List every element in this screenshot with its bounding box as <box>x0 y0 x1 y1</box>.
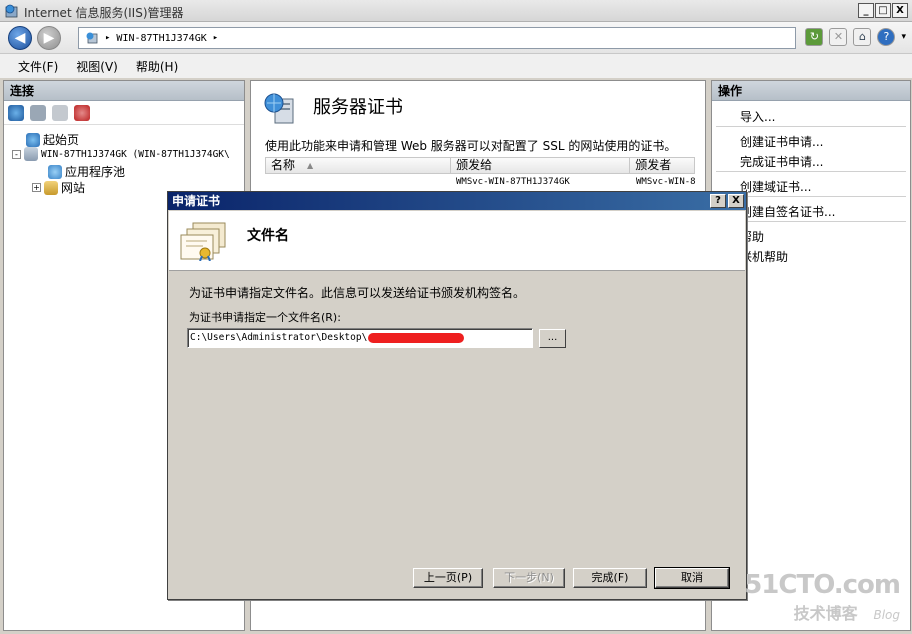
dialog-step-title: 文件名 <box>247 228 289 244</box>
cancel-button[interactable]: 取消 <box>654 567 730 589</box>
request-certificate-dialog: 申请证书 ? X 文件名 为证书申请指定文件名。此信息可以发送给证书颁发机构签名… <box>167 191 747 600</box>
address-bar: ◀ ▶ ▸ WIN-87TH1J374GK ▸ ↻ ✕ ⌂ ? ▾ <box>0 22 912 54</box>
dialog-banner: 文件名 <box>169 211 745 271</box>
sort-ascending-icon: ▲ <box>307 161 314 170</box>
menu-file[interactable]: 文件(F) <box>18 58 58 75</box>
close-window-button[interactable]: X <box>892 3 908 18</box>
breadcrumb-separator: ▸ <box>105 33 111 43</box>
back-button[interactable]: ◀ <box>8 26 32 50</box>
divider <box>716 126 906 127</box>
arrow-left-icon: ◀ <box>14 30 26 46</box>
column-header-issued-to[interactable]: 颁发给 <box>451 158 631 173</box>
save-icon[interactable] <box>30 104 46 121</box>
tree-item-label: 网站 <box>61 181 86 195</box>
action-create-certificate-request[interactable]: 创建证书申请... <box>740 133 823 150</box>
connections-header: 连接 <box>4 81 244 101</box>
dialog-title: 申请证书 <box>172 194 221 208</box>
tree-item-server[interactable]: - WIN-87TH1J374GK (WIN-87TH1J374GK\ <box>12 147 230 161</box>
browse-button[interactable]: ... <box>539 329 566 348</box>
collapse-icon[interactable]: - <box>12 149 21 159</box>
help-dropdown-icon[interactable]: ▾ <box>901 32 906 42</box>
minimize-button[interactable]: _ <box>858 3 874 18</box>
previous-button[interactable]: 上一页(P) <box>413 568 483 588</box>
breadcrumb-separator[interactable]: ▸ <box>213 33 218 43</box>
disconnect-icon[interactable] <box>74 104 90 121</box>
actions-header: 操作 <box>712 81 910 101</box>
address-field[interactable]: ▸ WIN-87TH1J374GK ▸ <box>78 27 796 49</box>
watermark-logo: 51CTO.com <box>744 570 901 600</box>
dialog-title-bar: 申请证书 ? X <box>168 192 746 210</box>
window-title-bar: Internet 信息服务(IIS)管理器 _ □ X <box>0 0 912 22</box>
column-header-issued-by[interactable]: 颁发者 <box>630 158 694 173</box>
table-header: 名称 ▲ 颁发给 颁发者 <box>265 157 695 174</box>
window-title: Internet 信息服务(IIS)管理器 <box>24 6 184 20</box>
filename-input[interactable]: C:\Users\Administrator\Desktop\ <box>187 328 533 348</box>
watermark-subtitle: 技术博客 <box>793 604 858 623</box>
next-button[interactable]: 下一步(N) <box>493 568 565 588</box>
server-certificate-icon <box>264 93 294 124</box>
watermark: 51CTO.com 技术博客 Blog <box>744 570 901 624</box>
stop-icon[interactable]: ✕ <box>829 28 848 46</box>
dialog-help-button[interactable]: ? <box>710 194 726 208</box>
app-pool-icon <box>48 164 62 179</box>
table-row[interactable]: WMSvc-WIN-87TH1J374GK WMSvc-WIN-8 <box>265 174 695 190</box>
page-description: 使用此功能来申请和管理 Web 服务器可以对配置了 SSL 的网站使用的证书。 <box>265 139 677 153</box>
filename-value: C:\Users\Administrator\Desktop\ <box>190 332 368 343</box>
server-icon <box>86 32 98 44</box>
menu-bar: 文件(F) 视图(V) 帮助(H) <box>0 54 912 78</box>
action-create-domain-certificate[interactable]: 创建域证书... <box>740 178 811 195</box>
server-icon <box>24 147 38 161</box>
tree-item-sites[interactable]: + 网站 <box>32 179 85 196</box>
divider <box>716 171 906 172</box>
certificates-table: 名称 ▲ 颁发给 颁发者 WMSvc-WIN-87TH1J374GK WMSvc… <box>265 157 695 190</box>
up-level-icon[interactable] <box>52 104 68 121</box>
watermark-blog: Blog <box>873 608 900 622</box>
home-icon[interactable]: ⌂ <box>853 28 872 46</box>
connect-icon[interactable] <box>8 104 24 121</box>
dialog-instructions: 为证书申请指定文件名。此信息可以发送给证书颁发机构签名。 <box>189 286 526 300</box>
action-complete-certificate-request[interactable]: 完成证书申请... <box>740 153 823 170</box>
connections-toolbar <box>4 101 244 125</box>
certificate-icon <box>180 222 226 261</box>
action-online-help[interactable]: 联机帮助 <box>740 248 788 265</box>
refresh-icon[interactable]: ↻ <box>805 28 824 46</box>
action-import[interactable]: 导入... <box>740 108 775 125</box>
tree-item-label: WIN-87TH1J374GK (WIN-87TH1J374GK\ <box>41 148 230 160</box>
tree-item-label: 起始页 <box>43 133 80 147</box>
menu-view[interactable]: 视图(V) <box>76 58 118 75</box>
menu-help[interactable]: 帮助(H) <box>136 58 178 75</box>
help-icon[interactable]: ? <box>877 28 896 46</box>
tree-item-app-pools[interactable]: 应用程序池 <box>48 163 125 180</box>
column-header-name[interactable]: 名称 ▲ <box>266 158 452 173</box>
maximize-button[interactable]: □ <box>875 3 891 18</box>
breadcrumb-server[interactable]: WIN-87TH1J374GK <box>116 33 206 44</box>
finish-button[interactable]: 完成(F) <box>573 568 647 588</box>
folder-icon <box>44 180 58 195</box>
column-label: 名称 <box>271 158 296 172</box>
expand-icon[interactable]: + <box>32 183 41 192</box>
cell-issued-to: WMSvc-WIN-87TH1J374GK <box>456 177 570 187</box>
dialog-close-button[interactable]: X <box>728 194 744 208</box>
tree-item-label: 应用程序池 <box>65 165 126 179</box>
iis-app-icon <box>5 4 18 18</box>
arrow-right-icon: ▶ <box>43 30 55 46</box>
start-page-icon <box>26 132 40 147</box>
cell-issued-by: WMSvc-WIN-8 <box>636 177 695 187</box>
page-title: 服务器证书 <box>313 97 403 118</box>
forward-button[interactable]: ▶ <box>37 26 61 50</box>
cell-name <box>265 174 451 190</box>
redaction-mark <box>368 332 465 343</box>
filename-label: 为证书申请指定一个文件名(R): <box>189 311 341 324</box>
action-create-self-signed-certificate[interactable]: 创建自签名证书... <box>740 203 835 220</box>
tree-item-start-page[interactable]: 起始页 <box>26 131 79 148</box>
